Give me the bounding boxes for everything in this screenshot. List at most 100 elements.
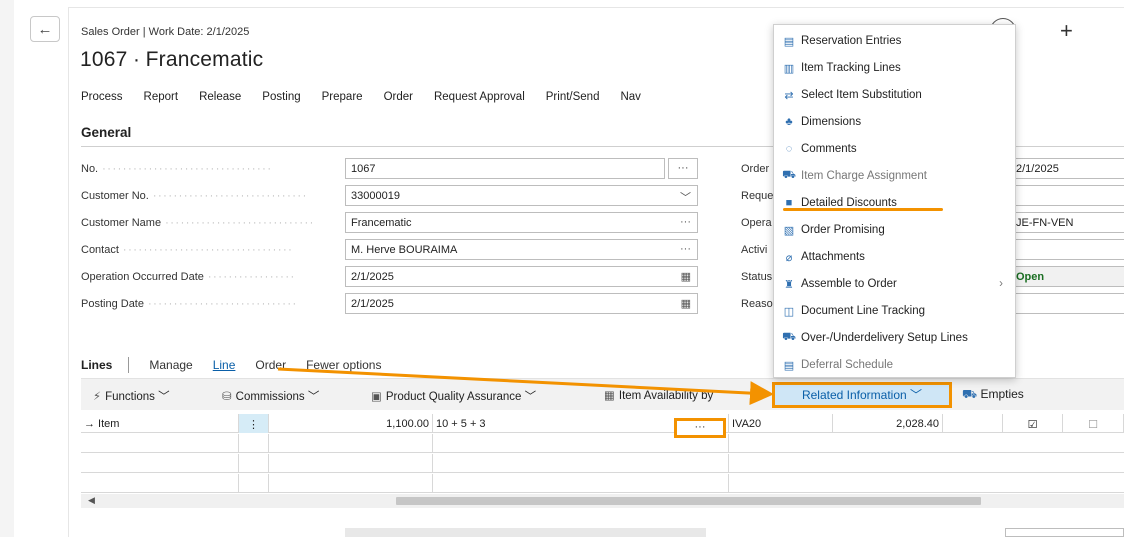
lines-separator (128, 357, 130, 373)
action-navigate[interactable]: Nav (620, 91, 640, 103)
activity-field[interactable] (1011, 239, 1124, 260)
empty-cell (239, 454, 269, 473)
invoice-discount-box[interactable] (1005, 528, 1124, 537)
label-customer-no: Customer No. ····························… (81, 190, 308, 202)
menu-item-comments[interactable]: ◌ Comments (774, 136, 1017, 162)
page-title: 1067 ∙ Francematic (80, 48, 264, 71)
empties-button[interactable]: ⛟ Empties (962, 387, 1024, 403)
empty-cell[interactable] (943, 414, 1003, 433)
action-request-approval[interactable]: Request Approval (434, 91, 525, 103)
tab-line[interactable]: Line (213, 358, 236, 372)
more-icon[interactable]: ··· (680, 216, 691, 228)
no-field[interactable]: 1067 (345, 158, 665, 179)
functions-menu[interactable]: ⚡ Functions ﹀ (93, 388, 170, 404)
action-report[interactable]: Report (144, 91, 179, 103)
substitution-icon: ⇄ (784, 89, 794, 102)
amount-cell[interactable]: 2,028.40 (833, 414, 943, 433)
horizontal-scrollbar[interactable]: ◀ (81, 494, 1124, 508)
table-row[interactable] (81, 434, 1124, 453)
chevron-right-icon: › (999, 278, 1003, 290)
action-release[interactable]: Release (199, 91, 241, 103)
quality-icon: ▣ (371, 391, 382, 403)
row-menu-button[interactable]: ⋮ (239, 414, 269, 433)
menu-item-document-line-tracking[interactable]: ◫ Document Line Tracking (774, 298, 1017, 324)
label-order-date: Order (741, 163, 770, 175)
subtotal-box (345, 528, 706, 537)
item-tracking-icon: ▥ (783, 62, 795, 75)
empties-icon: ⛟ (962, 387, 978, 401)
action-print-send[interactable]: Print/Send (546, 91, 600, 103)
menu-item-item-tracking-lines[interactable]: ▥ Item Tracking Lines (774, 55, 1017, 81)
availability-icon: ▦ (604, 390, 615, 402)
vat-group-cell[interactable]: IVA20 (729, 414, 833, 433)
operation-occurred-date-field[interactable]: 2/1/2025 ▦ (345, 266, 698, 287)
attachment-icon: ⌀ (785, 251, 793, 264)
menu-item-attachments[interactable]: ⌀ Attachments (774, 244, 1017, 270)
tab-manage[interactable]: Manage (149, 358, 192, 372)
menu-item-select-item-substitution[interactable]: ⇄ Select Item Substitution (774, 82, 1017, 108)
no-lookup-button[interactable]: ··· (668, 158, 698, 179)
label-requested-date: Reque (741, 190, 774, 202)
dimensions-icon: ♣ (785, 116, 793, 128)
order-date-field[interactable]: 2/1/2025 (1011, 158, 1124, 179)
chevron-down-icon[interactable]: ﹀ (680, 189, 691, 205)
lines-heading[interactable]: Lines (81, 358, 112, 372)
comments-icon: ◌ (785, 143, 793, 155)
label-operation-occurred-date: Operation Occurred Date ················· (81, 271, 296, 283)
menu-item-dimensions[interactable]: ♣ Dimensions (774, 109, 1017, 135)
detailed-discounts-underline (783, 208, 943, 211)
table-row[interactable] (81, 474, 1124, 493)
scrollbar-thumb[interactable] (396, 497, 981, 505)
order-promising-icon: ▧ (783, 224, 795, 237)
item-charge-icon: ⛟ (782, 169, 796, 181)
menu-item-order-promising[interactable]: ▧ Order Promising (774, 217, 1017, 243)
table-row[interactable]: → Item ⋮ 1,100.00 10 + 5 + 3 IVA20 2,028… (81, 414, 1124, 433)
customer-no-field[interactable]: 33000019 ﹀ (345, 185, 698, 206)
action-bar: Process Report Release Posting Prepare O… (81, 91, 662, 103)
lines-tabs: Lines Manage Line Order Fewer options (81, 357, 401, 373)
more-icon[interactable]: ··· (680, 243, 691, 255)
menu-item-item-charge-assignment[interactable]: ⛟ Item Charge Assignment (774, 163, 1017, 189)
action-posting[interactable]: Posting (262, 91, 300, 103)
reason-code-field[interactable] (1011, 293, 1124, 314)
new-button[interactable]: + (1060, 18, 1073, 44)
label-contact: Contact ································· (81, 244, 294, 256)
checkbox-checked[interactable]: ☑ (1003, 414, 1063, 433)
menu-item-assemble-to-order[interactable]: ♜ Assemble to Order › (774, 271, 1017, 297)
menu-item-detailed-discounts[interactable]: ■ Detailed Discounts (774, 190, 1017, 216)
table-row[interactable] (81, 454, 1124, 473)
customer-name-field[interactable]: Francematic ··· (345, 212, 698, 233)
operation-type-field[interactable]: JE-FN-VEN (1011, 212, 1124, 233)
related-information-button[interactable]: Related Information ﹀ (772, 382, 952, 408)
action-prepare[interactable]: Prepare (322, 91, 363, 103)
calendar-icon[interactable]: ▦ (681, 297, 691, 310)
requested-date-field[interactable] (1011, 185, 1124, 206)
checkbox-unchecked[interactable]: ☐ (1063, 414, 1124, 433)
line-more-button[interactable]: ··· (674, 418, 726, 438)
posting-date-field[interactable]: 2/1/2025 ▦ (345, 293, 698, 314)
document-tracking-icon: ◫ (783, 305, 795, 318)
tab-fewer-options[interactable]: Fewer options (306, 358, 381, 372)
quantity-cell[interactable]: 1,100.00 (269, 414, 433, 433)
action-order[interactable]: Order (384, 91, 413, 103)
commissions-menu[interactable]: ⛁ Commissions ﹀ (222, 388, 319, 404)
scroll-left-icon[interactable]: ◀ (88, 495, 95, 506)
menu-item-reservation-entries[interactable]: ▤ Reservation Entries (774, 28, 1017, 54)
calendar-icon[interactable]: ▦ (681, 270, 691, 283)
general-heading[interactable]: General (81, 125, 131, 140)
label-reason-code: Reaso (741, 298, 773, 310)
product-quality-assurance-menu[interactable]: ▣ Product Quality Assurance ﹀ (371, 388, 536, 404)
menu-item-deferral-schedule[interactable]: ▤ Deferral Schedule (774, 352, 1017, 378)
back-button[interactable]: ← (30, 16, 60, 42)
contact-field[interactable]: M. Herve BOURAIMA ··· (345, 239, 698, 260)
item-availability-menu[interactable]: ▦ Item Availability by (604, 388, 713, 402)
totals-area (81, 528, 1124, 537)
label-status: Status (741, 271, 773, 283)
menu-item-over-underdelivery-setup-lines[interactable]: ⛟ Over-/Underdelivery Setup Lines (774, 325, 1017, 351)
action-process[interactable]: Process (81, 91, 123, 103)
tab-order[interactable]: Order (255, 358, 286, 372)
empty-cell (81, 434, 239, 453)
line-type-cell[interactable]: → Item (81, 414, 239, 433)
empty-cell (269, 434, 433, 453)
label-posting-date: Posting Date ····························… (81, 298, 298, 310)
